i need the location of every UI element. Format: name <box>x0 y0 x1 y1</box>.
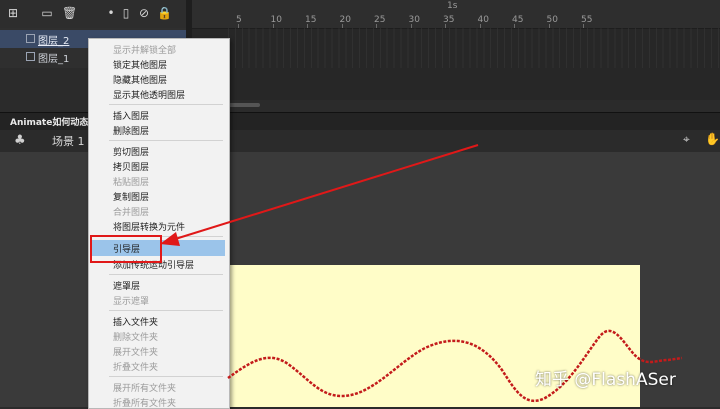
menu-item-cut-layer[interactable]: 剪切图层 <box>113 145 149 158</box>
layer-name: 图层_1 <box>38 54 70 65</box>
menu-item-convert-to-symbol[interactable]: 将图层转换为元件 <box>113 220 185 233</box>
menu-highlight <box>91 240 225 256</box>
menu-item-expand-all-folders[interactable]: 展开所有文件夹 <box>113 381 176 394</box>
hand-tool-icon[interactable]: ✋ <box>705 132 720 146</box>
menu-separator <box>109 104 223 105</box>
menu-item-show-unlock-all[interactable]: 显示并解锁全部 <box>113 43 176 56</box>
menu-separator <box>109 140 223 141</box>
menu-item-hide-others[interactable]: 隐藏其他图层 <box>113 73 167 86</box>
highlight-dot-icon[interactable]: • <box>104 6 118 20</box>
menu-item-show-others-transparent[interactable]: 显示其他透明图层 <box>113 88 185 101</box>
watermark: 知乎 @FlashASer <box>535 370 676 390</box>
menu-item-merge-layers[interactable]: 合并图层 <box>113 205 149 218</box>
menu-item-insert-folder[interactable]: 插入文件夹 <box>113 315 158 328</box>
menu-item-lock-others[interactable]: 锁定其他图层 <box>113 58 167 71</box>
visibility-toggle-icon[interactable]: ⊘ <box>137 6 151 20</box>
menu-item-copy-layer[interactable]: 拷贝图层 <box>113 160 149 173</box>
menu-item-delete-folder[interactable]: 删除文件夹 <box>113 330 158 343</box>
center-stage-icon[interactable]: ⌖ <box>683 132 690 147</box>
layer-toolbar: ⊞ ▭ 🗑 • ▯ ⊘ 🔒 <box>0 0 186 29</box>
menu-item-guide-layer[interactable]: 引导层 <box>113 242 140 255</box>
scene-icon: ♣ <box>14 133 26 148</box>
outline-toggle-icon[interactable]: ▯ <box>119 6 133 20</box>
menu-separator <box>109 274 223 275</box>
new-folder-icon[interactable]: ▭ <box>40 6 54 20</box>
menu-item-delete-layer[interactable]: 删除图层 <box>113 124 149 137</box>
delete-layer-icon[interactable]: 🗑 <box>62 6 77 20</box>
menu-item-insert-layer[interactable]: 插入图层 <box>113 109 149 122</box>
layer-icon <box>26 34 35 43</box>
menu-item-add-motion-guide[interactable]: 添加传统运动引导层 <box>113 258 194 271</box>
new-layer-icon[interactable]: ⊞ <box>6 6 20 20</box>
menu-item-mask-layer[interactable]: 遮罩层 <box>113 279 140 292</box>
menu-item-paste-layer[interactable]: 粘贴图层 <box>113 175 149 188</box>
context-menu: 显示并解锁全部 锁定其他图层 隐藏其他图层 显示其他透明图层 插入图层 删除图层… <box>88 38 230 409</box>
second-marker: 1s <box>447 1 458 11</box>
menu-item-expand-folder[interactable]: 展开文件夹 <box>113 345 158 358</box>
menu-item-show-mask[interactable]: 显示遮罩 <box>113 294 149 307</box>
menu-item-collapse-all-folders[interactable]: 折叠所有文件夹 <box>113 396 176 409</box>
menu-separator <box>109 310 223 311</box>
menu-item-duplicate-layer[interactable]: 复制图层 <box>113 190 149 203</box>
layer-name: 图层_2 <box>38 36 70 47</box>
layer-icon <box>26 52 35 61</box>
scene-label[interactable]: 场景 1 <box>52 133 85 149</box>
document-tab-title[interactable]: Animate如何动态绘 <box>10 115 97 128</box>
menu-item-collapse-folder[interactable]: 折叠文件夹 <box>113 360 158 373</box>
lock-toggle-icon[interactable]: 🔒 <box>157 6 172 20</box>
menu-separator <box>109 236 223 237</box>
menu-separator <box>109 376 223 377</box>
frame-grid[interactable] <box>228 28 720 68</box>
frame-ruler[interactable]: 1s 5 10 15 20 25 30 35 40 45 50 55 <box>192 0 720 29</box>
